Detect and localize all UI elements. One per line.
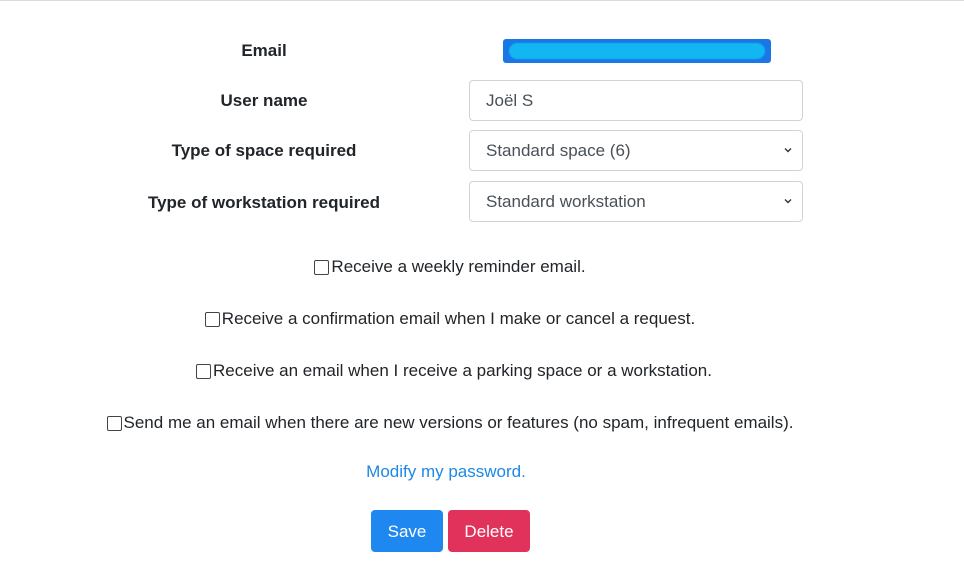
email-label: Email (241, 41, 287, 60)
confirmation-label: Receive a confirmation email when I make… (221, 309, 696, 328)
space-type-label: Type of space required (171, 141, 357, 160)
new-versions-option[interactable]: Send me an email when there are new vers… (106, 413, 794, 433)
confirmation-option[interactable]: Receive a confirmation email when I make… (204, 309, 696, 329)
receive-space-option[interactable]: Receive an email when I receive a parkin… (196, 361, 712, 381)
chevron-down-icon (784, 199, 792, 204)
checkbox-row-confirmation: Receive a confirmation email when I make… (0, 308, 900, 330)
new-versions-checkbox[interactable] (106, 415, 122, 431)
weekly-reminder-label: Receive a weekly reminder email. (331, 257, 586, 276)
checkbox-row-weekly-reminder: Receive a weekly reminder email. (0, 256, 900, 278)
checkbox-row-new-versions: Send me an email when there are new vers… (0, 412, 900, 434)
weekly-reminder-checkbox[interactable] (314, 259, 330, 275)
space-type-selected-value: Standard space (6) (486, 141, 631, 160)
weekly-reminder-option[interactable]: Receive a weekly reminder email. (314, 257, 586, 277)
workstation-type-selected-value: Standard workstation (486, 192, 646, 211)
workstation-type-label: Type of workstation required (147, 193, 381, 212)
delete-button[interactable]: Delete (448, 510, 530, 552)
username-label: User name (220, 91, 308, 110)
top-divider (0, 0, 964, 1)
confirmation-checkbox[interactable] (204, 311, 220, 327)
save-button[interactable]: Save (371, 510, 443, 552)
email-value-redacted (503, 39, 771, 63)
chevron-down-icon (784, 148, 792, 153)
username-input[interactable]: Joël S (469, 80, 803, 121)
new-versions-label: Send me an email when there are new vers… (123, 413, 794, 432)
checkbox-row-receive-space: Receive an email when I receive a parkin… (0, 360, 908, 382)
workstation-type-select[interactable]: Standard workstation (469, 181, 803, 222)
receive-space-checkbox[interactable] (196, 363, 212, 379)
receive-space-label: Receive an email when I receive a parkin… (213, 361, 712, 380)
space-type-select[interactable]: Standard space (6) (469, 130, 803, 171)
modify-password-link[interactable]: Modify my password. (0, 462, 892, 482)
